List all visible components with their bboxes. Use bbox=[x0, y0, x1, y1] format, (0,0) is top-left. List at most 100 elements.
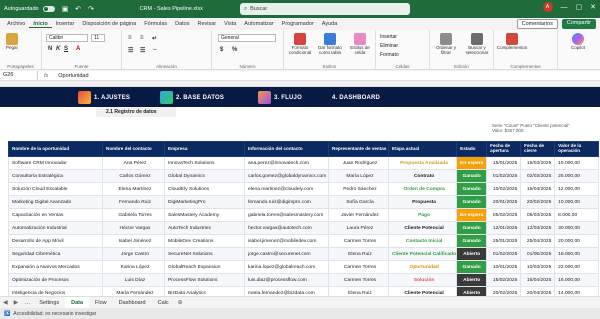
font-name-select[interactable]: Calibri bbox=[46, 34, 88, 42]
table-cell[interactable]: 12.000,00 bbox=[554, 182, 600, 196]
table-cell[interactable]: jorge.castro@securenet.com bbox=[244, 247, 329, 261]
menu-item-automatizar[interactable]: Automatizar bbox=[240, 21, 277, 27]
column-header[interactable]: Empresa bbox=[164, 141, 245, 157]
prev-sheet-icon[interactable]: ◀ bbox=[0, 299, 11, 306]
menu-item-disposicion[interactable]: Disposición de página bbox=[78, 21, 140, 27]
maximize-icon[interactable]: ▢ bbox=[576, 3, 583, 11]
sheet-tab-data[interactable]: Data bbox=[65, 296, 90, 309]
italic-button[interactable]: K bbox=[56, 46, 60, 52]
align-top-icon[interactable]: ≡ bbox=[128, 35, 132, 41]
table-cell[interactable]: DigiMarketingPro bbox=[164, 195, 245, 209]
table-cell[interactable]: Solución bbox=[387, 273, 458, 287]
copilot-button[interactable]: Copilot bbox=[564, 33, 592, 51]
autosave-toggle[interactable] bbox=[42, 6, 55, 12]
table-cell[interactable]: 15/04/2025 bbox=[520, 273, 556, 287]
table-cell[interactable]: maria.fernandez@bizdata.com bbox=[244, 286, 329, 296]
table-cell[interactable]: 15/02/2025 bbox=[486, 273, 522, 287]
menu-item-datos[interactable]: Datos bbox=[171, 21, 193, 27]
table-cell[interactable]: Cliente Potencial Calificado bbox=[387, 247, 458, 261]
table-cell[interactable]: 01/02/2025 bbox=[486, 247, 522, 261]
delete-cells-button[interactable]: Eliminar bbox=[380, 43, 398, 49]
more-sheets-icon[interactable]: … bbox=[21, 300, 33, 306]
status-badge[interactable]: Ganado bbox=[456, 234, 488, 248]
table-format-button[interactable]: Dar formato como tabla bbox=[316, 33, 344, 56]
table-cell[interactable]: Ana Pérez bbox=[102, 156, 165, 170]
table-cell[interactable]: carlos.gomez@globaldynamics.com bbox=[244, 169, 329, 183]
table-row[interactable]: Desarrollo de App Móvil Isabel Jiménez Mob… bbox=[8, 234, 600, 248]
table-cell[interactable]: 22.000,00 bbox=[554, 260, 600, 274]
table-cell[interactable]: InnovaTech Solutions bbox=[164, 156, 245, 170]
table-cell[interactable]: 15/04/2025 bbox=[520, 182, 556, 196]
table-cell[interactable]: 15/03/2025 bbox=[520, 156, 556, 170]
table-cell[interactable]: Optimización de Procesos bbox=[8, 273, 103, 287]
table-cell[interactable]: Carmen Torres bbox=[328, 260, 389, 274]
table-cell[interactable]: Contacto Inicial bbox=[387, 234, 458, 248]
table-cell[interactable]: 14.000,00 bbox=[554, 286, 600, 296]
minimize-icon[interactable]: — bbox=[561, 4, 568, 11]
table-cell[interactable]: 20/04/2025 bbox=[520, 286, 556, 296]
table-cell[interactable]: Cliente Potencial bbox=[387, 286, 458, 296]
menu-item-inicio[interactable]: Inicio bbox=[29, 21, 52, 28]
search-box[interactable]: ⌕ Buscar bbox=[240, 3, 410, 15]
table-cell[interactable]: Elena Ruiz bbox=[328, 286, 389, 296]
table-row[interactable]: Consultoría Estratégica Carlos Gómez Globa… bbox=[8, 169, 600, 183]
status-badge[interactable]: Abierto bbox=[456, 247, 488, 261]
status-badge[interactable]: En espera bbox=[456, 156, 488, 170]
table-cell[interactable]: hector.vargas@autotech.com bbox=[244, 221, 329, 235]
redo-icon[interactable]: ↷ bbox=[87, 5, 96, 14]
close-icon[interactable]: ✕ bbox=[590, 3, 596, 11]
cell-styles-button[interactable]: Estilos de celda bbox=[346, 33, 374, 56]
table-cell[interactable]: Carmen Torres bbox=[328, 273, 389, 287]
table-cell[interactable]: Oportunidad bbox=[387, 260, 458, 274]
sort-filter-button[interactable]: Ordenar y filtrar bbox=[432, 33, 460, 56]
column-header[interactable]: Etapa actual bbox=[387, 141, 458, 157]
sheet-tab-flow[interactable]: Flow bbox=[89, 297, 113, 309]
table-cell[interactable]: 10.000,00 bbox=[554, 195, 600, 209]
table-cell[interactable]: luis.diaz@processflow.com bbox=[244, 273, 329, 287]
table-cell[interactable]: Gabriela Torres bbox=[102, 208, 165, 222]
table-cell[interactable]: 8.000,00 bbox=[554, 208, 600, 222]
format-cells-button[interactable]: Formato bbox=[380, 52, 399, 58]
undo-icon[interactable]: ↶ bbox=[74, 5, 83, 14]
accessibility-status[interactable]: Accesibilidad: es necesario investigar bbox=[13, 311, 96, 317]
table-cell[interactable]: Propuesta bbox=[387, 195, 458, 209]
table-cell[interactable]: GlobalReach Expansion bbox=[164, 260, 245, 274]
table-cell[interactable]: AutoTech Industries bbox=[164, 221, 245, 235]
table-cell[interactable]: 05/03/2025 bbox=[520, 208, 556, 222]
table-cell[interactable]: Laura Pérez bbox=[328, 221, 389, 235]
table-cell[interactable]: Héctor Vargas bbox=[102, 221, 165, 235]
table-cell[interactable]: Solución Cloud Escalable bbox=[8, 182, 103, 196]
share-button[interactable]: Compartir bbox=[561, 19, 596, 29]
table-cell[interactable]: elena.martinez@cloudely.com bbox=[244, 182, 329, 196]
table-cell[interactable]: 25.000,00 bbox=[554, 169, 600, 183]
align-middle-icon[interactable]: ≡ bbox=[140, 35, 144, 41]
table-cell[interactable]: 18.000,00 bbox=[554, 247, 600, 261]
paste-button[interactable]: Pegar bbox=[6, 33, 18, 51]
table-cell[interactable]: 15/01/2025 bbox=[486, 156, 522, 170]
addins-button[interactable]: Complementos bbox=[497, 33, 527, 51]
column-header[interactable]: Estado bbox=[456, 141, 488, 157]
merge-icon[interactable]: ⇔ bbox=[152, 47, 158, 53]
comments-button[interactable]: Comentarios bbox=[516, 19, 558, 29]
currency-icon[interactable]: $ bbox=[220, 47, 223, 53]
table-cell[interactable]: Karina López bbox=[102, 260, 165, 274]
table-cell[interactable]: 10/01/2025 bbox=[486, 260, 522, 274]
table-cell[interactable]: 25/04/2025 bbox=[520, 234, 556, 248]
table-cell[interactable]: 12/01/2025 bbox=[486, 221, 522, 235]
table-row[interactable]: Seguridad Cibernética Jorge Castro SecureN… bbox=[8, 247, 600, 261]
menu-item-insertar[interactable]: Insertar bbox=[52, 21, 79, 27]
table-cell[interactable]: Pago bbox=[387, 208, 458, 222]
table-cell[interactable]: 16.000,00 bbox=[554, 273, 600, 287]
table-row[interactable]: Capacitación en Ventas Gabriela Torres Sal… bbox=[8, 208, 600, 222]
table-cell[interactable]: 01/05/2025 bbox=[520, 247, 556, 261]
table-cell[interactable]: 20.000,00 bbox=[554, 234, 600, 248]
table-cell[interactable]: gabriela.torres@salesmastery.com bbox=[244, 208, 329, 222]
table-cell[interactable]: Global Dynamics bbox=[164, 169, 245, 183]
avatar[interactable]: A bbox=[542, 2, 553, 12]
table-cell[interactable]: karina.lopez@globalreach.com bbox=[244, 260, 329, 274]
sheet-tab-calc[interactable]: Calc bbox=[152, 297, 175, 309]
sheet-tab-settings[interactable]: Settings bbox=[33, 297, 65, 309]
tab-ajustes[interactable]: 1. AJUSTES bbox=[78, 91, 130, 104]
table-cell[interactable]: Capacitación en Ventas bbox=[8, 208, 103, 222]
table-row[interactable]: Optimización de Procesos Luis Díaz Process… bbox=[8, 273, 600, 287]
